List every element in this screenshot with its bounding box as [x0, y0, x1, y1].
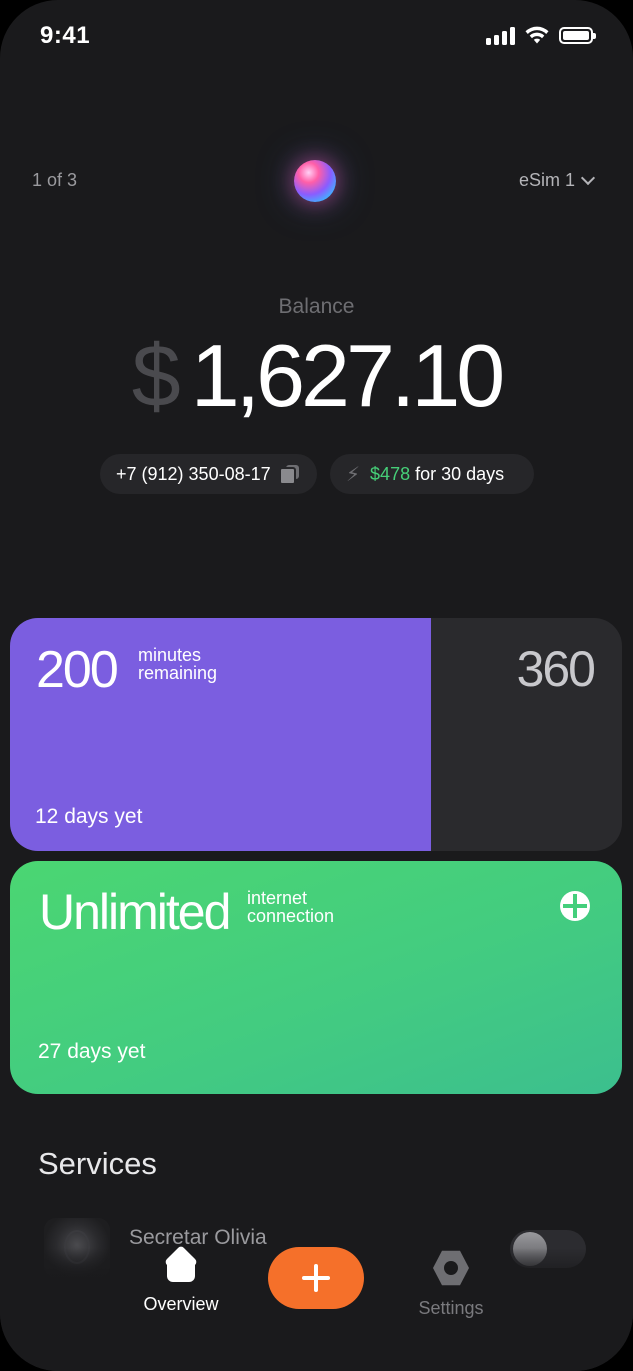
status-time: 9:41 — [40, 22, 91, 49]
status-icons — [486, 26, 596, 45]
wifi-icon — [525, 26, 549, 44]
plan-period: for 30 days — [415, 463, 505, 484]
tab-overview[interactable]: Overview — [121, 1248, 241, 1315]
cellular-signal-icon — [486, 26, 515, 45]
balance-label: Balance — [278, 295, 355, 318]
tab-overview-label: Overview — [143, 1294, 219, 1314]
phone-number: +7 (912) 350-08-17 — [116, 463, 271, 484]
minutes-days-left: 12 days yet — [35, 805, 143, 828]
internet-caption-line1: internet — [247, 888, 308, 908]
sim-selector-label: eSim 1 — [518, 170, 575, 190]
lightning-icon: ⚡ — [346, 463, 361, 486]
tab-settings[interactable]: Settings — [391, 1248, 511, 1319]
globe-icon — [560, 891, 590, 921]
minutes-caption-line1: minutes — [138, 645, 202, 665]
minutes-card[interactable]: 200 minutes remaining 360 12 days yet — [10, 618, 622, 851]
balance-currency: $ — [131, 326, 181, 425]
balance-value: 1,627.10 — [190, 326, 506, 425]
minutes-total: 360 — [516, 641, 596, 697]
phone-screen: 9:41 1 of 3 eSim 1 Balance $1,627.10 +7 … — [0, 0, 633, 1371]
add-button[interactable] — [268, 1247, 364, 1309]
internet-caption-line2: connection — [247, 906, 335, 926]
chevron-down-icon — [580, 170, 596, 186]
plus-icon — [302, 1264, 330, 1292]
phone-number-pill[interactable]: +7 (912) 350-08-17 — [100, 454, 317, 494]
page-indicator: 1 of 3 — [32, 170, 78, 190]
internet-value: Unlimited — [39, 884, 231, 940]
minutes-remaining-value: 200 — [36, 641, 119, 699]
balance-amount: $1,627.10 — [0, 325, 633, 427]
service-name: Secretar Olivia — [129, 1226, 267, 1249]
battery-icon — [559, 27, 596, 44]
gear-icon — [431, 1248, 471, 1288]
assistant-orb-icon[interactable] — [294, 160, 336, 202]
internet-days-left: 27 days yet — [38, 1040, 146, 1063]
minutes-caption-line2: remaining — [138, 663, 218, 683]
status-bar: 9:41 — [0, 0, 633, 80]
minutes-caption: minutes remaining — [138, 646, 217, 682]
home-icon — [163, 1248, 199, 1284]
tab-settings-label: Settings — [418, 1298, 484, 1318]
copy-icon[interactable] — [278, 465, 299, 485]
sim-selector[interactable]: eSim 1 — [518, 170, 596, 191]
services-heading: Services — [38, 1146, 157, 1181]
internet-caption: internet connection — [247, 889, 334, 925]
plan-pill[interactable]: ⚡ $478 for 30 days — [330, 454, 534, 494]
plan-price: $478 — [370, 463, 411, 484]
internet-card[interactable]: Unlimited internet connection 27 days ye… — [10, 861, 622, 1094]
